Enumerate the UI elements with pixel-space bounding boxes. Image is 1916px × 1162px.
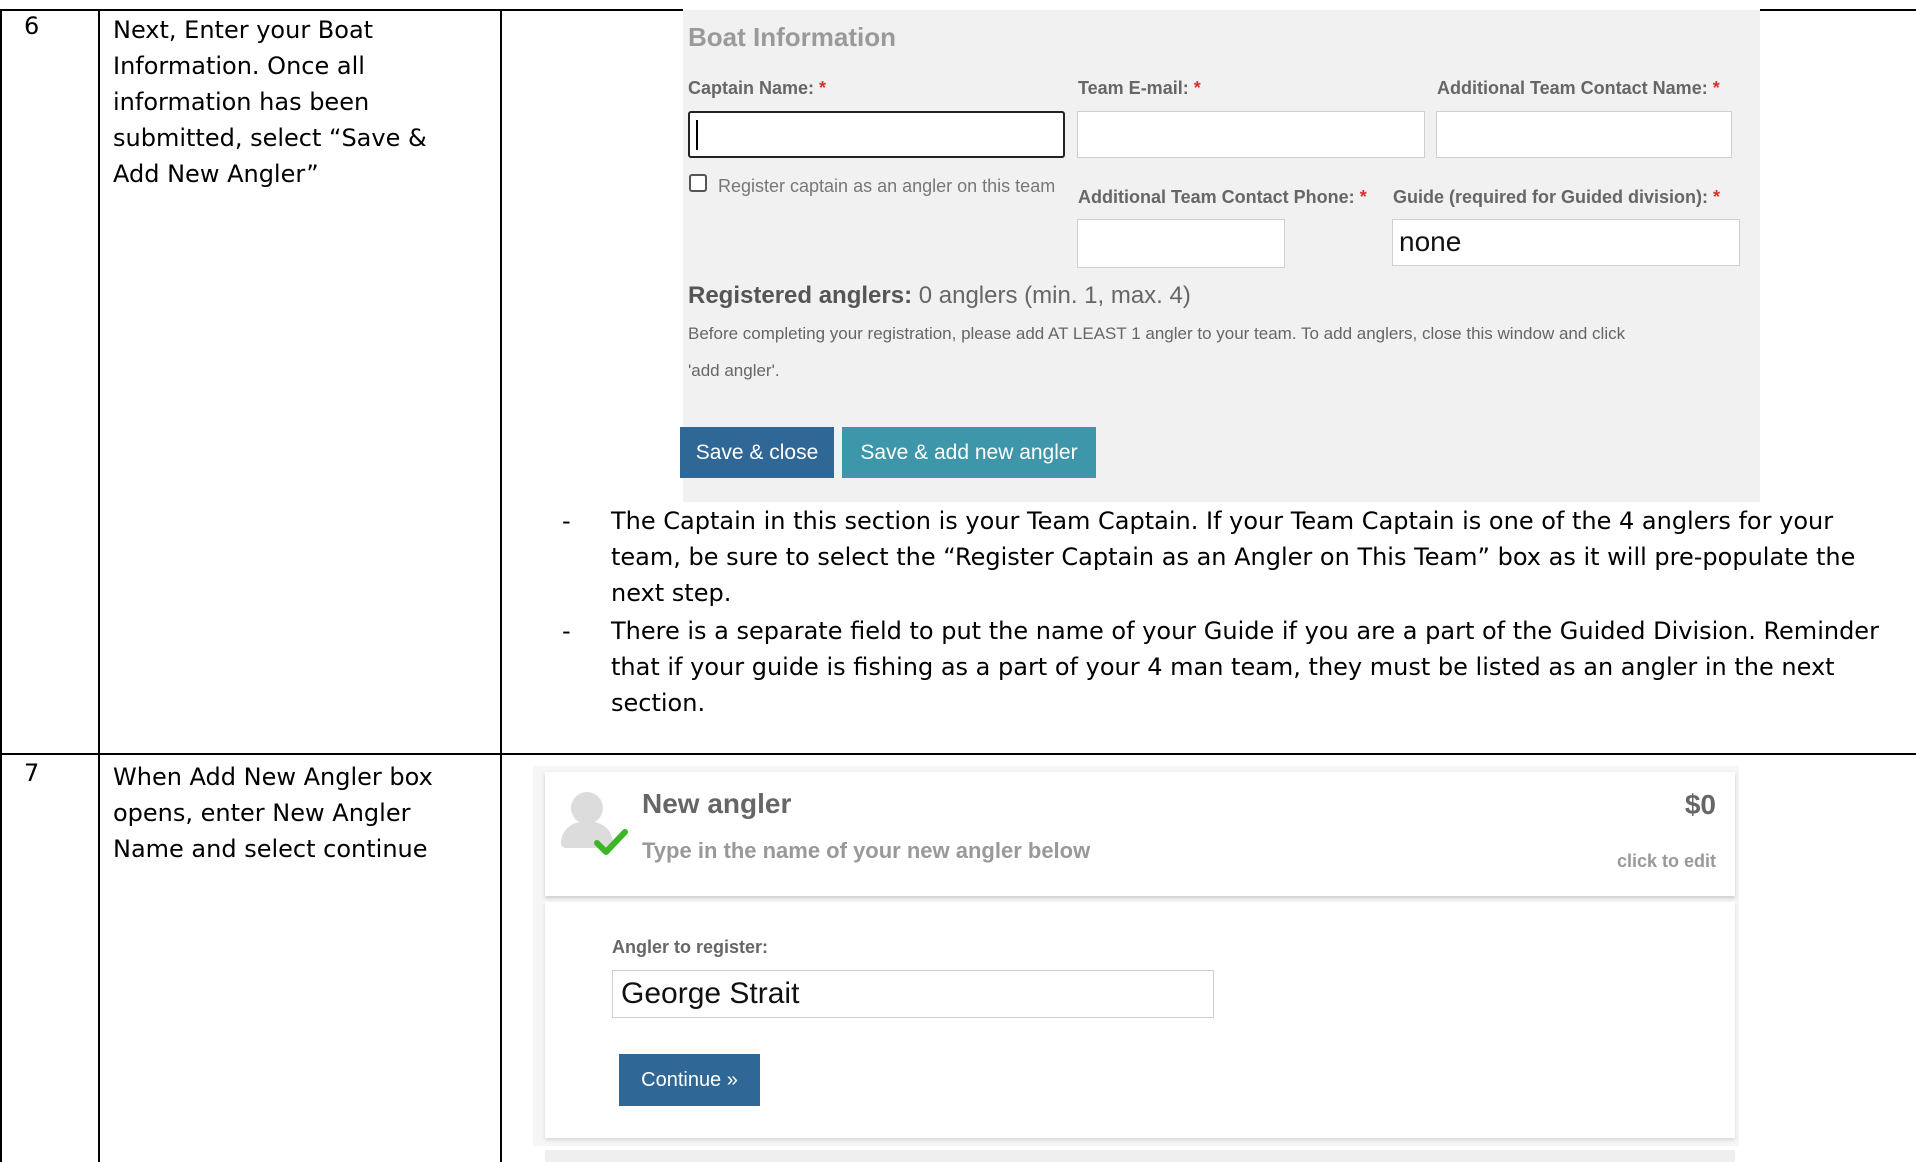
table-column-divider-2: [500, 9, 502, 1162]
step-number: 6: [24, 12, 40, 40]
text-caret: [696, 120, 698, 150]
guide-input[interactable]: none: [1392, 219, 1740, 266]
continue-button[interactable]: Continue »: [619, 1054, 760, 1106]
table-border-left: [0, 9, 2, 1162]
team-email-label: Team E-mail: *: [1078, 78, 1201, 98]
additional-contact-phone-input[interactable]: [1077, 219, 1285, 268]
new-angler-title: New angler: [642, 788, 792, 819]
new-angler-subtitle: Type in the name of your new angler belo…: [642, 838, 1091, 863]
bullet-text: The Captain in this section is your Team…: [611, 507, 1856, 607]
instruction-line: information has been: [113, 88, 370, 116]
registered-anglers-line: Registered anglers: 0 anglers (min. 1, m…: [688, 282, 1191, 310]
table-row-divider: [0, 753, 1916, 755]
instruction-line: Information. Once all: [113, 52, 365, 80]
next-panel-edge: [545, 1150, 1735, 1162]
registered-anglers-count: 0 anglers (min. 1, max. 4): [918, 282, 1191, 309]
register-captain-checkbox[interactable]: [689, 174, 707, 192]
guide-label: Guide (required for Guided division): *: [1393, 187, 1721, 207]
additional-contact-phone-label: Additional Team Contact Phone: *: [1078, 187, 1367, 207]
bullet-text: There is a separate field to put the nam…: [611, 617, 1879, 717]
checkmark-icon: [594, 829, 628, 855]
angler-price: $0: [1684, 789, 1716, 820]
boat-information-title: Boat Information: [688, 22, 896, 52]
angler-name-input[interactable]: George Strait: [612, 970, 1214, 1018]
register-captain-label: Register captain as an angler on this te…: [718, 176, 1056, 196]
additional-contact-name-label: Additional Team Contact Name: *: [1437, 78, 1720, 98]
registration-note-line: Before completing your registration, ple…: [688, 324, 1626, 343]
save-add-angler-button[interactable]: Save & add new angler: [842, 427, 1096, 478]
table-top-border: [0, 9, 683, 11]
registered-anglers-label: Registered anglers:: [688, 282, 913, 309]
instruction-line: Add New Angler”: [113, 160, 319, 188]
captain-name-label: Captain Name: *: [688, 78, 827, 98]
guide-input-value: none: [1399, 226, 1462, 257]
step-instruction: When Add New Angler box opens, enter New…: [113, 759, 433, 867]
save-close-button[interactable]: Save & close: [680, 427, 834, 478]
table-column-divider-1: [98, 9, 100, 1162]
step-instruction: Next, Enter your Boat Information. Once …: [113, 12, 427, 192]
instruction-line: submitted, select “Save &: [113, 124, 427, 152]
team-email-input[interactable]: [1077, 111, 1425, 158]
instruction-line: Name and select continue: [113, 835, 428, 863]
bullet-dash: -: [562, 617, 571, 645]
instruction-line: When Add New Angler box: [113, 763, 433, 791]
captain-name-input[interactable]: [688, 111, 1065, 158]
additional-contact-name-input[interactable]: [1436, 111, 1732, 158]
angler-to-register-label: Angler to register:: [612, 937, 769, 957]
angler-name-value: George Strait: [621, 977, 800, 1010]
click-to-edit-link[interactable]: click to edit: [1617, 851, 1716, 872]
instruction-line: Next, Enter your Boat: [113, 16, 374, 44]
instruction-line: opens, enter New Angler: [113, 799, 411, 827]
table-top-border-right: [1760, 9, 1916, 11]
registration-note-line: 'add angler'.: [688, 361, 780, 380]
step-number: 7: [24, 759, 40, 787]
bullet-dash: -: [562, 507, 571, 535]
